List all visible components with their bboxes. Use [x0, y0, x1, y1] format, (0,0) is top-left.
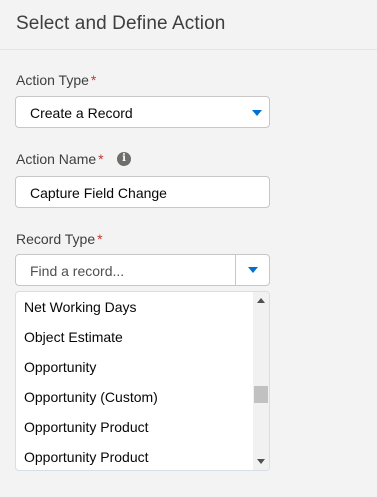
action-name-label-text: Action Name	[16, 151, 97, 167]
action-name-value: Capture Field Change	[30, 185, 167, 201]
scroll-thumb[interactable]	[254, 386, 268, 403]
action-type-label: Action Type *	[16, 72, 96, 88]
record-type-label-text: Record Type	[16, 231, 96, 247]
panel-header: Select and Define Action	[0, 0, 377, 50]
list-item[interactable]: Opportunity Product	[16, 412, 254, 442]
action-name-field[interactable]: Capture Field Change	[15, 176, 270, 208]
list-item[interactable]: Opportunity (Custom)	[16, 382, 254, 412]
record-type-search-input[interactable]: Find a record...	[30, 263, 124, 279]
chevron-down-icon	[252, 110, 262, 116]
action-name-label: Action Name *	[16, 151, 104, 167]
list-item[interactable]: Opportunity Product	[16, 442, 254, 470]
required-marker: *	[90, 72, 97, 88]
combobox-divider	[235, 255, 236, 285]
action-type-selected-value: Create a Record	[30, 105, 133, 121]
scroll-down-arrow-icon[interactable]	[257, 459, 265, 464]
panel-title: Select and Define Action	[16, 13, 226, 34]
required-marker: *	[98, 151, 104, 167]
listbox-scrollbar[interactable]	[253, 292, 269, 470]
record-type-label: Record Type *	[16, 231, 103, 247]
record-type-combobox[interactable]: Find a record...	[15, 254, 270, 286]
action-type-select[interactable]: Create a Record	[15, 96, 270, 128]
info-icon[interactable]: i	[117, 152, 131, 166]
action-type-label-text: Action Type	[16, 72, 89, 88]
record-type-listbox: Net Working Days Object Estimate Opportu…	[15, 291, 270, 471]
list-item[interactable]: Object Estimate	[16, 322, 254, 352]
list-item[interactable]: Net Working Days	[16, 292, 254, 322]
record-type-options: Net Working Days Object Estimate Opportu…	[16, 292, 254, 470]
scroll-up-arrow-icon[interactable]	[257, 298, 265, 303]
required-marker: *	[97, 231, 103, 247]
chevron-down-icon[interactable]	[248, 267, 258, 273]
list-item[interactable]: Opportunity	[16, 352, 254, 382]
